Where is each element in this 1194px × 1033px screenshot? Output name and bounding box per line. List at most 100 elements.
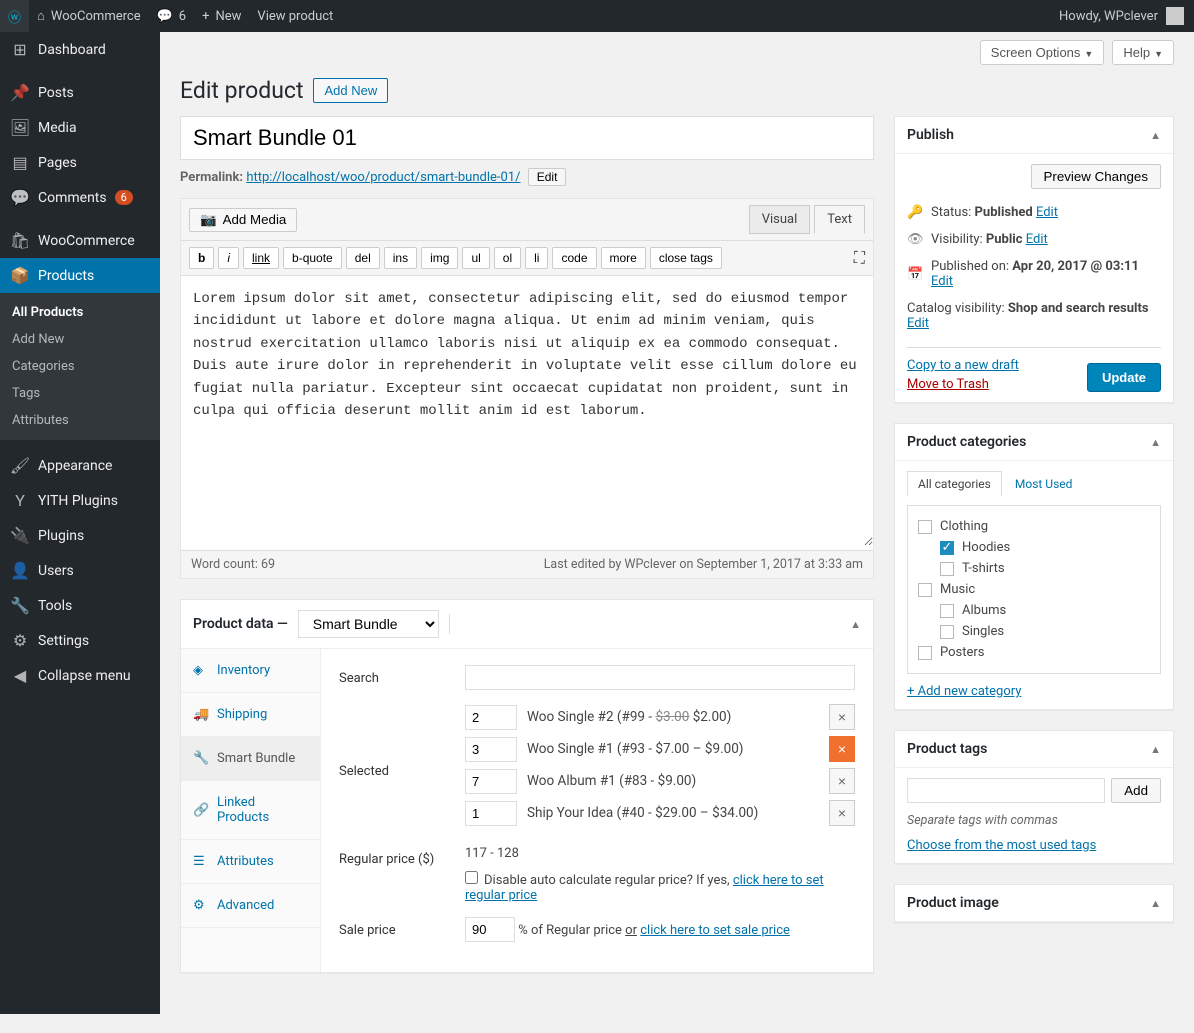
qtag-b[interactable]: b <box>189 247 214 269</box>
sidebar-collapse[interactable]: ◀Collapse menu <box>0 658 160 693</box>
category-checkbox[interactable]: ✓ <box>940 541 954 555</box>
edit-visibility-link[interactable]: Edit <box>1026 232 1048 247</box>
sidebar-item-plugins[interactable]: 🔌Plugins <box>0 518 160 553</box>
category-item[interactable]: Albums <box>918 600 1150 621</box>
qtag-ul[interactable]: ul <box>462 247 489 269</box>
category-item[interactable]: T-shirts <box>918 558 1150 579</box>
site-name[interactable]: ⌂WooCommerce <box>29 0 149 32</box>
cat-tab-most-used[interactable]: Most Used <box>1004 471 1084 497</box>
category-item[interactable]: Posters <box>918 642 1150 663</box>
permalink-url[interactable]: http://localhost/woo/product/smart-bundl… <box>246 170 520 185</box>
qtag-close[interactable]: close tags <box>650 247 722 269</box>
bundle-search-input[interactable] <box>465 665 855 690</box>
cat-tab-all[interactable]: All categories <box>907 471 1002 497</box>
preview-changes-button[interactable]: Preview Changes <box>1031 164 1161 189</box>
sidebar-item-appearance[interactable]: 🖌Appearance <box>0 448 160 483</box>
product-title-input[interactable] <box>180 116 874 160</box>
sidebar-item-posts[interactable]: 📌Posts <box>0 75 160 110</box>
move-trash-link[interactable]: Move to Trash <box>907 377 989 392</box>
category-item[interactable]: Clothing <box>918 516 1150 537</box>
sidebar-item-comments[interactable]: 💬Comments6 <box>0 180 160 215</box>
edit-date-link[interactable]: Edit <box>931 274 953 289</box>
permalink-edit-button[interactable]: Edit <box>528 168 567 186</box>
copy-draft-link[interactable]: Copy to a new draft <box>907 358 1019 373</box>
tab-smart-bundle[interactable]: 🔧Smart Bundle <box>181 737 320 781</box>
toggle-icon[interactable]: ▲ <box>850 618 861 631</box>
editor-tab-text[interactable]: Text <box>814 205 865 234</box>
edit-status-link[interactable]: Edit <box>1036 205 1058 220</box>
category-item[interactable]: Music <box>918 579 1150 600</box>
submenu-tags[interactable]: Tags <box>0 380 160 407</box>
tab-linked[interactable]: 🔗Linked Products <box>181 781 320 840</box>
submenu-categories[interactable]: Categories <box>0 353 160 380</box>
bundle-remove-button[interactable]: × <box>829 800 855 826</box>
sidebar-item-dashboard[interactable]: ⊞Dashboard <box>0 32 160 67</box>
submenu-attributes[interactable]: Attributes <box>0 407 160 434</box>
qtag-link[interactable]: link <box>243 247 279 269</box>
category-checkbox[interactable] <box>918 646 932 660</box>
category-checkbox[interactable] <box>940 562 954 576</box>
edit-catalog-link[interactable]: Edit <box>907 316 929 331</box>
choose-tags-link[interactable]: Choose from the most used tags <box>907 838 1096 853</box>
qtag-li[interactable]: li <box>525 247 548 269</box>
update-button[interactable]: Update <box>1087 363 1161 392</box>
category-checkbox[interactable] <box>918 520 932 534</box>
add-new-button[interactable]: Add New <box>313 78 388 103</box>
category-checkbox[interactable] <box>940 604 954 618</box>
bundle-qty-input[interactable] <box>465 769 517 794</box>
bundle-remove-button[interactable]: × <box>829 768 855 794</box>
avatar[interactable] <box>1166 7 1184 25</box>
toggle-icon[interactable]: ▲ <box>1150 436 1161 449</box>
sidebar-item-pages[interactable]: ▤Pages <box>0 145 160 180</box>
qtag-i[interactable]: i <box>218 247 239 269</box>
howdy-text[interactable]: Howdy, WPclever <box>1059 9 1158 24</box>
add-tag-button[interactable]: Add <box>1111 778 1161 803</box>
qtag-img[interactable]: img <box>421 247 458 269</box>
view-product[interactable]: View product <box>249 0 341 32</box>
category-item[interactable]: ✓Hoodies <box>918 537 1150 558</box>
bundle-remove-button[interactable]: × <box>829 736 855 762</box>
toggle-icon[interactable]: ▲ <box>1150 743 1161 756</box>
sidebar-item-products[interactable]: 📦Products <box>0 258 160 293</box>
screen-options-button[interactable]: Screen Options▼ <box>980 40 1105 65</box>
new-content[interactable]: +New <box>194 0 249 32</box>
toggle-icon[interactable]: ▲ <box>1150 129 1161 142</box>
category-item[interactable]: Singles <box>918 621 1150 642</box>
sidebar-item-yith[interactable]: YYITH Plugins <box>0 483 160 518</box>
editor-tab-visual[interactable]: Visual <box>749 205 811 234</box>
sidebar-item-users[interactable]: 👤Users <box>0 553 160 588</box>
sidebar-item-media[interactable]: 🖼Media <box>0 110 160 145</box>
sidebar-item-tools[interactable]: 🔧Tools <box>0 588 160 623</box>
tag-input[interactable] <box>907 778 1105 803</box>
qtag-more[interactable]: more <box>601 247 646 269</box>
submenu-add-new[interactable]: Add New <box>0 326 160 353</box>
set-sale-price-link[interactable]: click here to set sale price <box>640 923 790 938</box>
wp-logo[interactable]: ⓦ <box>0 0 29 32</box>
tab-shipping[interactable]: 🚚Shipping <box>181 693 320 737</box>
sale-percent-input[interactable] <box>465 917 515 942</box>
fullscreen-icon[interactable]: ⛶ <box>854 248 865 268</box>
qtag-ol[interactable]: ol <box>494 247 521 269</box>
sidebar-item-woocommerce[interactable]: 🛍WooCommerce <box>0 223 160 258</box>
comments-bubble[interactable]: 💬6 <box>149 0 195 32</box>
content-textarea[interactable]: Lorem ipsum dolor sit amet, consectetur … <box>181 276 873 546</box>
tab-attributes[interactable]: ☰Attributes <box>181 840 320 884</box>
bundle-qty-input[interactable] <box>465 705 517 730</box>
tab-advanced[interactable]: ⚙Advanced <box>181 884 320 928</box>
qtag-del[interactable]: del <box>346 247 380 269</box>
qtag-bquote[interactable]: b-quote <box>283 247 342 269</box>
qtag-ins[interactable]: ins <box>384 247 417 269</box>
disable-auto-checkbox[interactable] <box>465 871 478 884</box>
tab-inventory[interactable]: ◈Inventory <box>181 649 320 693</box>
add-category-link[interactable]: + Add new category <box>907 684 1021 699</box>
qtag-code[interactable]: code <box>552 247 596 269</box>
bundle-qty-input[interactable] <box>465 737 517 762</box>
submenu-all-products[interactable]: All Products <box>0 299 160 326</box>
bundle-remove-button[interactable]: × <box>829 704 855 730</box>
sidebar-item-settings[interactable]: ⚙Settings <box>0 623 160 658</box>
help-button[interactable]: Help▼ <box>1112 40 1174 65</box>
product-type-select[interactable]: Smart Bundle <box>298 610 439 638</box>
category-checkbox[interactable] <box>940 625 954 639</box>
toggle-icon[interactable]: ▲ <box>1150 897 1161 910</box>
add-media-button[interactable]: 📷Add Media <box>189 208 297 232</box>
